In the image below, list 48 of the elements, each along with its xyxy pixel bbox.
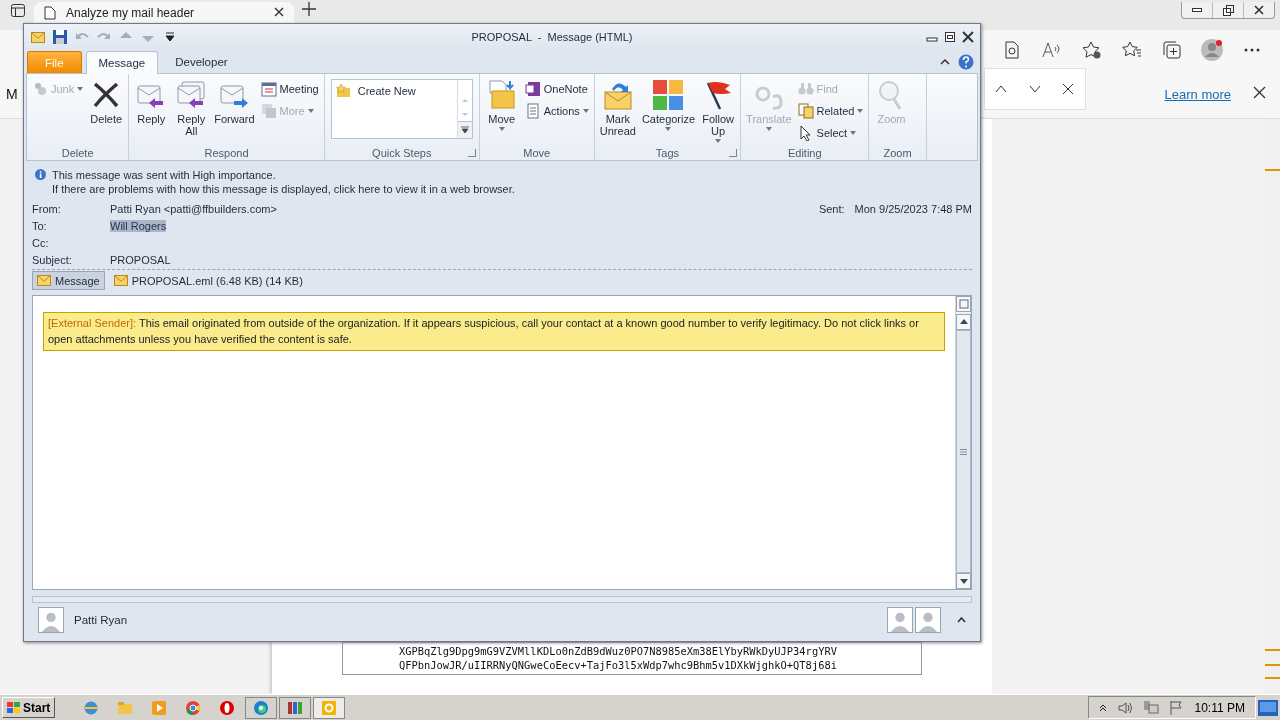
group-label: Quick Steps xyxy=(372,146,432,159)
ribbon-button[interactable]: Mark Unread xyxy=(597,77,638,145)
header-value: PROPOSAL xyxy=(110,253,171,266)
external-sender-banner: [External Sender]: This email originated from outside of the organization. If it appears suspicious, call your contact at a known good number to verify legitimacy. Do not click links or open attachments unless you have verified the content is safe. xyxy=(43,311,945,351)
info-text[interactable]: If there are problems with how this message is displayed, click here to view it in a web browser. xyxy=(52,183,515,196)
group-label: Respond xyxy=(204,146,249,159)
text-line: QFPbnJowJR/uIIRRNyQNGweCoEecv+TajFo3l5xWdp7whc9Bhm5v1DXkWjghkO+QT8j68i xyxy=(399,658,838,672)
ribbon-button[interactable]: Move xyxy=(482,77,521,145)
text-area[interactable]: XGPBqZlg9Dpg9mG9VZVMllKDLo0nZdB9dWuz0PO7N8985eXm38ElYbyRWkDyUJP34rgYRV QFPbnJowJR/uIIRRNyQNGweCoEecv+TajFo3l5xWdp7whc9Bhm5v1DXkWjghkO+QT8j68i xyxy=(342,642,922,675)
ribbon-tab[interactable]: Developer xyxy=(162,50,241,73)
header-label: Subject: xyxy=(32,253,73,266)
info-text: This message was sent with High importance. xyxy=(52,169,277,182)
header-value: Patti Ryan <patti@ffbuilders.com> xyxy=(110,202,277,215)
attachment-tab[interactable]: PROPOSAL.eml (6.48 KB) (14 KB) xyxy=(108,271,308,291)
contact-name: Patti Ryan xyxy=(74,614,128,627)
ribbon-button[interactable]: Reply xyxy=(132,77,171,145)
header-value: Mon 9/25/2023 7:48 PM xyxy=(854,202,972,215)
header-label: Sent: xyxy=(818,202,845,215)
start-button[interactable]: Start xyxy=(2,697,56,718)
learn-more-link[interactable]: Learn more xyxy=(1164,86,1231,102)
ribbon-button[interactable]: Reply All xyxy=(172,77,211,145)
ribbon-button[interactable]: Actions xyxy=(522,103,591,119)
ribbon-button[interactable]: Select xyxy=(795,125,866,141)
header-value: Will Rogers xyxy=(110,219,167,232)
group-label: Tags xyxy=(655,146,680,159)
tab-title: Analyze my mail header xyxy=(66,5,195,20)
ribbon-tab[interactable]: Message xyxy=(85,51,159,74)
header-label: From: xyxy=(32,202,62,215)
text-line: XGPBqZlg9Dpg9mG9VZVMllKDLo0nZdB9dWuz0PO7N8985eXm38ElYbyRWkDyUJP34rgYRV xyxy=(399,644,838,658)
window-title: PROPOSAL - Message (HTML) xyxy=(471,31,633,43)
attachment-tab[interactable]: Message xyxy=(32,271,105,291)
ribbon-button[interactable]: Meeting xyxy=(258,81,321,97)
page-text: M xyxy=(6,86,18,102)
header-label: Cc: xyxy=(32,236,50,249)
ribbon-button[interactable]: OneNote xyxy=(522,81,591,97)
browser-tab[interactable]: Analyze my mail header xyxy=(34,2,294,23)
gallery-item[interactable]: Create New xyxy=(331,80,457,102)
clock: 10:11 PM xyxy=(1194,700,1245,715)
group-label: Move xyxy=(523,146,551,159)
ribbon-button[interactable]: Delete xyxy=(87,77,126,145)
ribbon-button[interactable]: Related xyxy=(795,103,866,119)
group-label: Zoom xyxy=(883,146,912,159)
group-label: Delete xyxy=(61,146,94,159)
ribbon-button[interactable]: Categorize xyxy=(639,77,698,145)
header-label: To: xyxy=(32,219,48,232)
ribbon-button[interactable]: Follow Up xyxy=(699,77,738,145)
ribbon-button[interactable]: Forward xyxy=(212,77,257,145)
group-label: Editing xyxy=(787,146,822,159)
